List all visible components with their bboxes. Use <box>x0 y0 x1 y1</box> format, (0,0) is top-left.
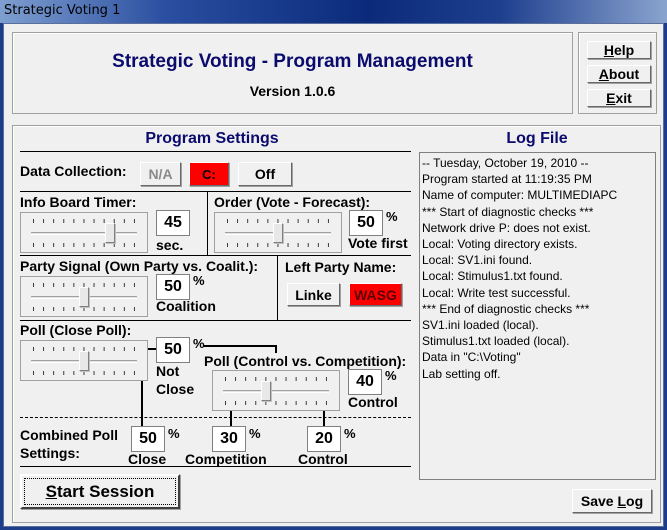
start-session-button[interactable]: Start Session <box>20 474 180 509</box>
divider <box>277 255 278 320</box>
slider-ticks <box>33 371 135 375</box>
order-percent: % <box>386 209 398 224</box>
poll-control-slider[interactable] <box>212 370 340 411</box>
top-buttons-panel: Help About Exit <box>578 32 657 114</box>
slider-ticks <box>225 401 327 405</box>
log-line: Local: Voting directory exists. <box>422 237 578 252</box>
poll-close-value[interactable]: 50 <box>156 337 190 363</box>
party-signal-percent: % <box>193 273 205 288</box>
version-label: Version 1.0.6 <box>249 83 336 99</box>
info-board-timer-label: Info Board Timer: <box>20 194 137 210</box>
log-line: Program started at 11:19:35 PM <box>422 172 592 187</box>
log-line: Stimulus1.txt loaded (local). <box>422 334 570 349</box>
dashed-divider <box>20 417 411 418</box>
app-title: Strategic Voting - Program Management <box>112 51 473 72</box>
left-party-name-label: Left Party Name: <box>285 259 397 275</box>
data-collection-off-button[interactable]: Off <box>238 162 292 186</box>
poll-control-value[interactable]: 40 <box>348 369 382 395</box>
log-line: Local: Write test successful. <box>422 285 571 300</box>
party-linke-button[interactable]: Linke <box>287 283 340 306</box>
order-slider[interactable] <box>214 212 342 253</box>
combined-close-percent: % <box>168 426 180 441</box>
log-line: SV1.ini loaded (local). <box>422 318 539 333</box>
about-button[interactable]: About <box>587 65 651 83</box>
window-title: Strategic Voting 1 <box>4 3 121 18</box>
data-collection-c-button[interactable]: C: <box>189 162 229 186</box>
combined-control-percent: % <box>344 426 356 441</box>
log-line: *** Start of diagnostic checks *** <box>422 204 594 219</box>
party-signal-slider[interactable] <box>20 276 148 317</box>
slider-ticks <box>225 377 327 381</box>
party-signal-label: Party Signal (Own Party vs. Coalit.): <box>20 258 259 274</box>
save-log-button[interactable]: Save Log <box>572 489 652 513</box>
divider <box>20 320 411 321</box>
slider-ticks <box>33 219 135 223</box>
data-collection-label: Data Collection: <box>20 163 127 179</box>
slider-ticks <box>227 243 329 247</box>
log-line: Local: Stimulus1.txt found. <box>422 269 563 284</box>
poll-close-caption-1: Not <box>156 363 180 379</box>
info-board-timer-unit: sec. <box>156 237 184 253</box>
poll-close-label: Poll (Close Poll): <box>20 322 132 338</box>
slider-thumb[interactable] <box>260 380 271 401</box>
order-caption: Vote first <box>348 235 408 251</box>
title-bar[interactable]: Strategic Voting 1 <box>0 0 667 23</box>
divider <box>20 191 411 192</box>
log-line: *** End of diagnostic checks *** <box>422 301 590 316</box>
info-board-timer-slider[interactable] <box>20 212 148 253</box>
settings-heading: Program Settings <box>145 130 279 147</box>
divider <box>20 151 411 152</box>
poll-close-caption-2: Close <box>156 381 195 397</box>
combined-control-caption: Control <box>298 451 348 467</box>
divider <box>20 466 411 467</box>
poll-control-percent: % <box>385 368 397 383</box>
info-board-timer-value[interactable]: 45 <box>156 210 190 236</box>
combined-close-caption: Close <box>128 451 167 467</box>
poll-close-percent: % <box>193 336 205 351</box>
party-signal-caption: Coalition <box>156 298 216 314</box>
connector-line <box>275 345 277 353</box>
slider-thumb[interactable] <box>273 222 283 243</box>
log-line: Local: SV1.ini found. <box>422 253 533 268</box>
combined-competition-caption: Competition <box>185 451 267 467</box>
poll-control-label: Poll (Control vs. Competition): <box>204 353 407 369</box>
connector-line <box>204 345 276 347</box>
poll-control-caption: Control <box>348 394 398 410</box>
divider <box>207 191 208 255</box>
log-line: Network drive P: does not exist. <box>422 220 591 235</box>
slider-thumb[interactable] <box>104 222 115 243</box>
log-line: Name of computer: MULTIMEDIAPC <box>422 188 618 203</box>
slider-track <box>223 389 329 393</box>
slider-track <box>31 231 137 235</box>
party-signal-value[interactable]: 50 <box>156 274 190 300</box>
combined-competition-percent: % <box>249 426 261 441</box>
slider-ticks <box>33 307 135 311</box>
log-heading: Log File <box>506 130 568 147</box>
log-line: -- Tuesday, October 19, 2010 -- <box>422 156 589 170</box>
log-line: Lab setting off. <box>422 366 501 381</box>
slider-thumb[interactable] <box>79 350 89 371</box>
slider-thumb[interactable] <box>79 286 89 307</box>
combined-label-1: Combined Poll <box>20 427 118 443</box>
order-label: Order (Vote - Forecast): <box>214 194 371 210</box>
combined-label-2: Settings: <box>20 445 80 461</box>
combined-close-value: 50 <box>131 426 165 452</box>
slider-ticks <box>33 243 135 247</box>
log-text-area[interactable]: -- Tuesday, October 19, 2010 -- Program s… <box>419 152 656 480</box>
connector-line <box>148 348 156 350</box>
header-panel: Strategic Voting - Program Management Ve… <box>12 32 573 114</box>
combined-competition-value: 30 <box>212 426 246 452</box>
poll-close-slider[interactable] <box>20 340 148 381</box>
divider <box>20 255 411 256</box>
party-wasg-button[interactable]: WASG <box>349 283 402 306</box>
help-button[interactable]: Help <box>587 41 651 59</box>
exit-button[interactable]: Exit <box>587 89 651 107</box>
log-line: Data in "C:\Voting" <box>422 350 521 365</box>
order-value[interactable]: 50 <box>349 210 383 236</box>
data-collection-na-button[interactable]: N/A <box>140 162 181 186</box>
main-window: Strategic Voting - Program Management Ve… <box>3 23 664 527</box>
combined-control-value: 20 <box>307 426 341 452</box>
